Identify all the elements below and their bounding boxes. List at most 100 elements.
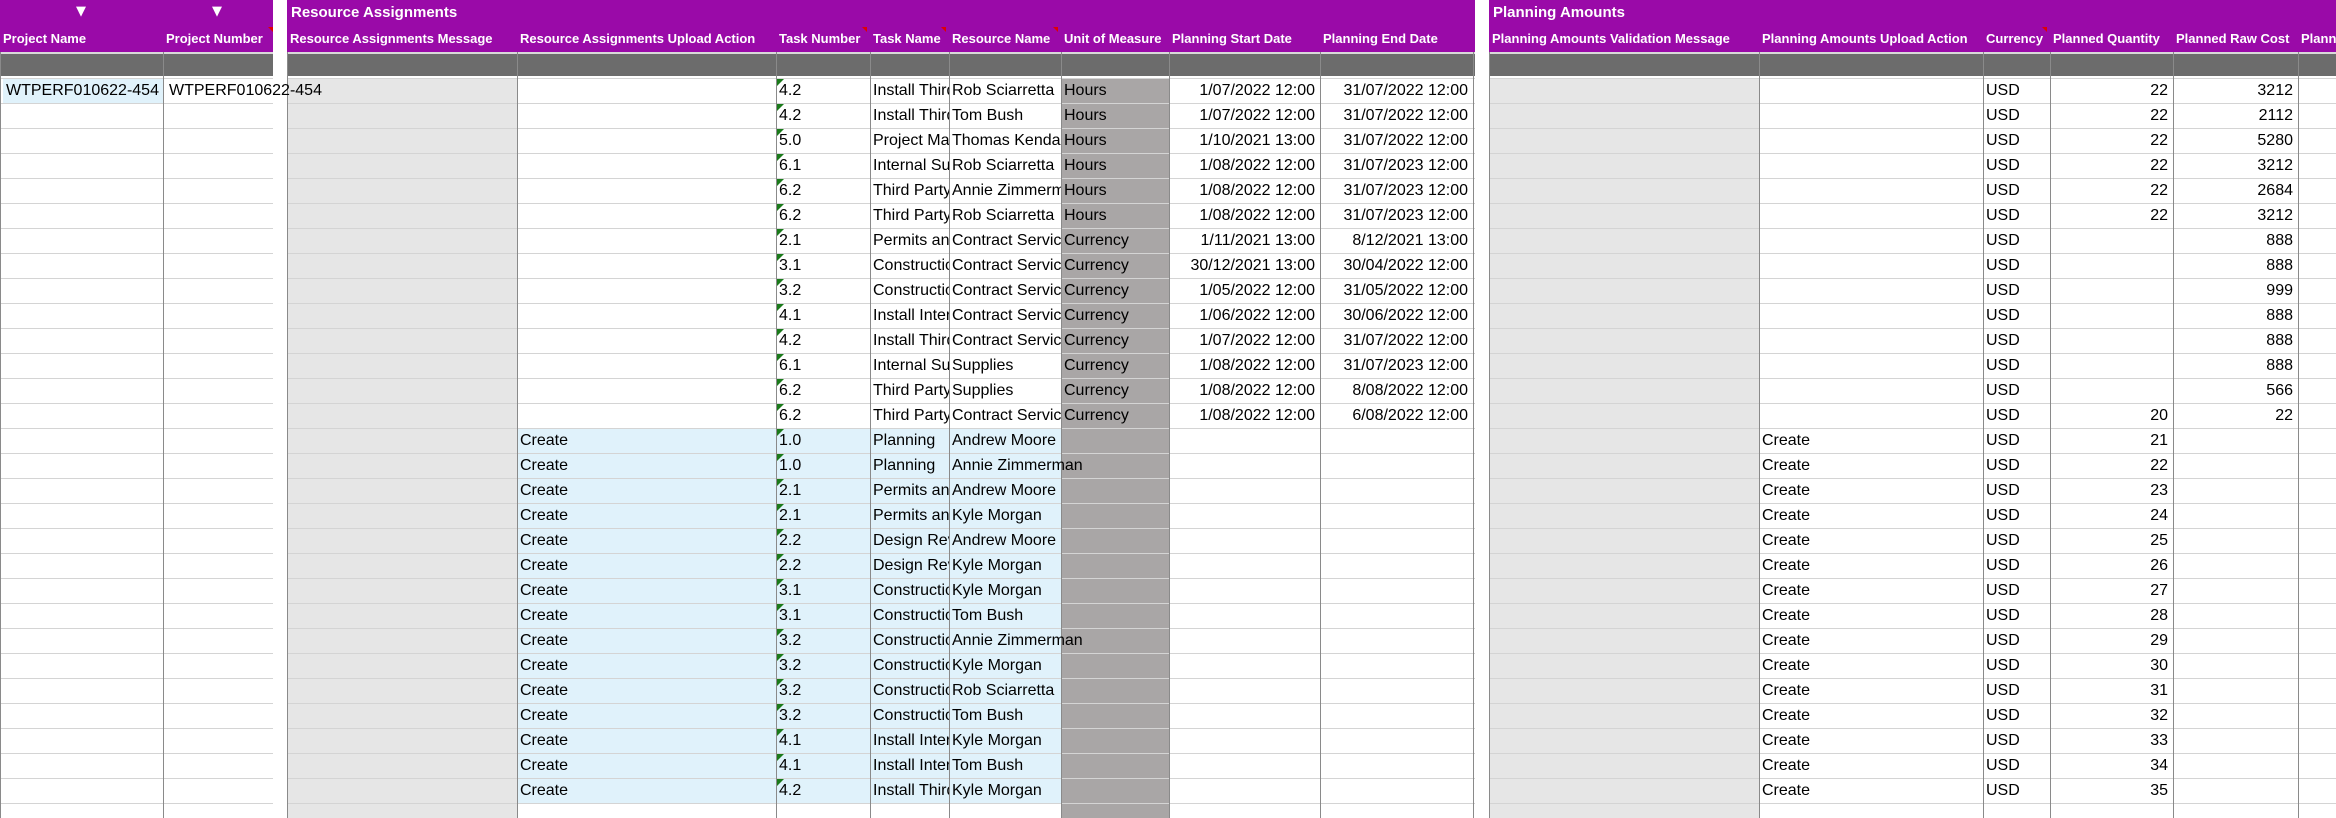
cell-currency[interactable]: USD — [1983, 603, 2050, 628]
cell-planning-end-date[interactable] — [1320, 553, 1473, 578]
cell-pa-upload-action[interactable]: Create — [1759, 778, 1983, 803]
cell-planned-quantity[interactable]: 32 — [2050, 703, 2173, 728]
cell-planning-end-date[interactable]: 8/08/2022 12:00 — [1320, 378, 1473, 403]
cell-pa-upload-action[interactable] — [1759, 253, 1983, 278]
cell-task-number[interactable]: 4.1 — [776, 728, 870, 753]
cell-task-number[interactable]: 4.2 — [776, 778, 870, 803]
cell-ra-upload-action[interactable]: Create — [517, 653, 776, 678]
cell-unit-of-measure[interactable] — [1061, 578, 1169, 603]
cell-pa-upload-action[interactable] — [1759, 328, 1983, 353]
cell-pa-upload-action[interactable] — [1759, 203, 1983, 228]
cell-currency[interactable]: USD — [1983, 428, 2050, 453]
cell-task-name[interactable]: Internal Support — [870, 153, 949, 178]
cell-planning-end-date[interactable]: 31/07/2022 12:00 — [1320, 103, 1473, 128]
cell-ra-upload-action[interactable]: Create — [517, 778, 776, 803]
column-header-project-name[interactable]: Project Name — [0, 29, 163, 49]
cell-resource-name[interactable]: Rob Sciarretta — [949, 78, 1061, 103]
cell-planned-raw-cost[interactable]: 999 — [2173, 278, 2298, 303]
cell-planning-start-date[interactable] — [1169, 728, 1320, 753]
cell-planned-quantity[interactable]: 35 — [2050, 778, 2173, 803]
column-header-planning-end-date[interactable]: Planning End Date — [1320, 29, 1473, 49]
cell-planned-raw-cost[interactable] — [2173, 453, 2298, 478]
cell-planning-end-date[interactable] — [1320, 503, 1473, 528]
cell-resource-name[interactable]: Contract Services — [949, 278, 1061, 303]
cell-task-number[interactable]: 4.1 — [776, 753, 870, 778]
cell-planning-end-date[interactable] — [1320, 728, 1473, 753]
cell-planned-raw-cost[interactable] — [2173, 528, 2298, 553]
cell-planning-start-date[interactable]: 1/08/2022 12:00 — [1169, 153, 1320, 178]
cell-planned-raw-cost[interactable] — [2173, 653, 2298, 678]
cell-task-name[interactable]: Construction — [870, 603, 949, 628]
cell-task-name[interactable]: Internal Support — [870, 353, 949, 378]
cell-unit-of-measure[interactable]: Currency — [1061, 403, 1169, 428]
cell-ra-upload-action[interactable] — [517, 128, 776, 153]
cell-pa-upload-action[interactable]: Create — [1759, 728, 1983, 753]
cell-planning-start-date[interactable] — [1169, 428, 1320, 453]
cell-unit-of-measure[interactable]: Hours — [1061, 128, 1169, 153]
cell-task-name[interactable]: Install Third — [870, 328, 949, 353]
cell-task-number[interactable]: 1.0 — [776, 428, 870, 453]
cell-planned-quantity[interactable] — [2050, 228, 2173, 253]
cell-ra-upload-action[interactable]: Create — [517, 478, 776, 503]
filter-dropdown-icon[interactable]: ▼ — [212, 4, 222, 19]
cell-currency[interactable]: USD — [1983, 103, 2050, 128]
cell-pa-upload-action[interactable] — [1759, 378, 1983, 403]
cell-task-name[interactable]: Install Internal — [870, 728, 949, 753]
cell-planning-end-date[interactable] — [1320, 578, 1473, 603]
column-header-currency[interactable]: Currency — [1983, 29, 2050, 49]
cell-unit-of-measure[interactable] — [1061, 778, 1169, 803]
cell-unit-of-measure[interactable]: Currency — [1061, 278, 1169, 303]
cell-currency[interactable]: USD — [1983, 453, 2050, 478]
cell-task-number[interactable]: 3.1 — [776, 578, 870, 603]
cell-planned-quantity[interactable] — [2050, 328, 2173, 353]
cell-ra-upload-action[interactable] — [517, 353, 776, 378]
cell-planned-quantity[interactable]: 22 — [2050, 103, 2173, 128]
cell-planning-start-date[interactable]: 1/08/2022 12:00 — [1169, 403, 1320, 428]
cell-planning-start-date[interactable]: 1/08/2022 12:00 — [1169, 353, 1320, 378]
column-header-planned-raw-cost[interactable]: Planned Raw Cost — [2173, 29, 2298, 49]
cell-planned-quantity[interactable]: 22 — [2050, 453, 2173, 478]
cell-task-name[interactable]: Third Party — [870, 378, 949, 403]
cell-planning-end-date[interactable]: 31/07/2023 12:00 — [1320, 353, 1473, 378]
cell-unit-of-measure[interactable] — [1061, 728, 1169, 753]
cell-currency[interactable]: USD — [1983, 403, 2050, 428]
column-header-ra-upload-action[interactable]: Resource Assignments Upload Action — [517, 29, 776, 49]
cell-resource-name[interactable]: Rob Sciarretta — [949, 153, 1061, 178]
cell-task-name[interactable]: Install Third — [870, 778, 949, 803]
cell-task-name[interactable]: Third Party — [870, 403, 949, 428]
cell-pa-upload-action[interactable] — [1759, 228, 1983, 253]
cell-planning-start-date[interactable] — [1169, 753, 1320, 778]
cell-pa-upload-action[interactable]: Create — [1759, 553, 1983, 578]
cell-planned-raw-cost[interactable] — [2173, 778, 2298, 803]
cell-pa-upload-action[interactable] — [1759, 403, 1983, 428]
cell-task-name[interactable]: Planning — [870, 453, 949, 478]
cell-planned-raw-cost[interactable] — [2173, 753, 2298, 778]
cell-task-number[interactable]: 2.1 — [776, 478, 870, 503]
cell-pa-upload-action[interactable] — [1759, 178, 1983, 203]
cell-task-name[interactable]: Construction — [870, 653, 949, 678]
filter-dropdown-icon[interactable]: ▼ — [76, 4, 86, 19]
cell-planning-end-date[interactable] — [1320, 428, 1473, 453]
cell-unit-of-measure[interactable] — [1061, 528, 1169, 553]
cell-task-number[interactable]: 6.2 — [776, 178, 870, 203]
column-header-planned-more[interactable]: Planned — [2298, 29, 2336, 49]
cell-currency[interactable]: USD — [1983, 253, 2050, 278]
cell-pa-upload-action[interactable] — [1759, 303, 1983, 328]
cell-task-number[interactable]: 4.2 — [776, 78, 870, 103]
cell-planned-quantity[interactable]: 22 — [2050, 203, 2173, 228]
cell-unit-of-measure[interactable] — [1061, 428, 1169, 453]
cell-unit-of-measure[interactable] — [1061, 653, 1169, 678]
cell-ra-upload-action[interactable]: Create — [517, 678, 776, 703]
cell-ra-upload-action[interactable] — [517, 328, 776, 353]
cell-task-number[interactable]: 3.2 — [776, 653, 870, 678]
cell-currency[interactable]: USD — [1983, 728, 2050, 753]
cell-unit-of-measure[interactable] — [1061, 478, 1169, 503]
cell-planned-raw-cost[interactable] — [2173, 678, 2298, 703]
cell-planned-raw-cost[interactable] — [2173, 428, 2298, 453]
cell-planning-end-date[interactable]: 31/07/2023 12:00 — [1320, 203, 1473, 228]
cell-planning-end-date[interactable] — [1320, 453, 1473, 478]
cell-task-name[interactable]: Install Internal — [870, 303, 949, 328]
cell-currency[interactable]: USD — [1983, 778, 2050, 803]
column-header-project-number[interactable]: Project Number — [163, 29, 273, 49]
cell-ra-upload-action[interactable] — [517, 178, 776, 203]
